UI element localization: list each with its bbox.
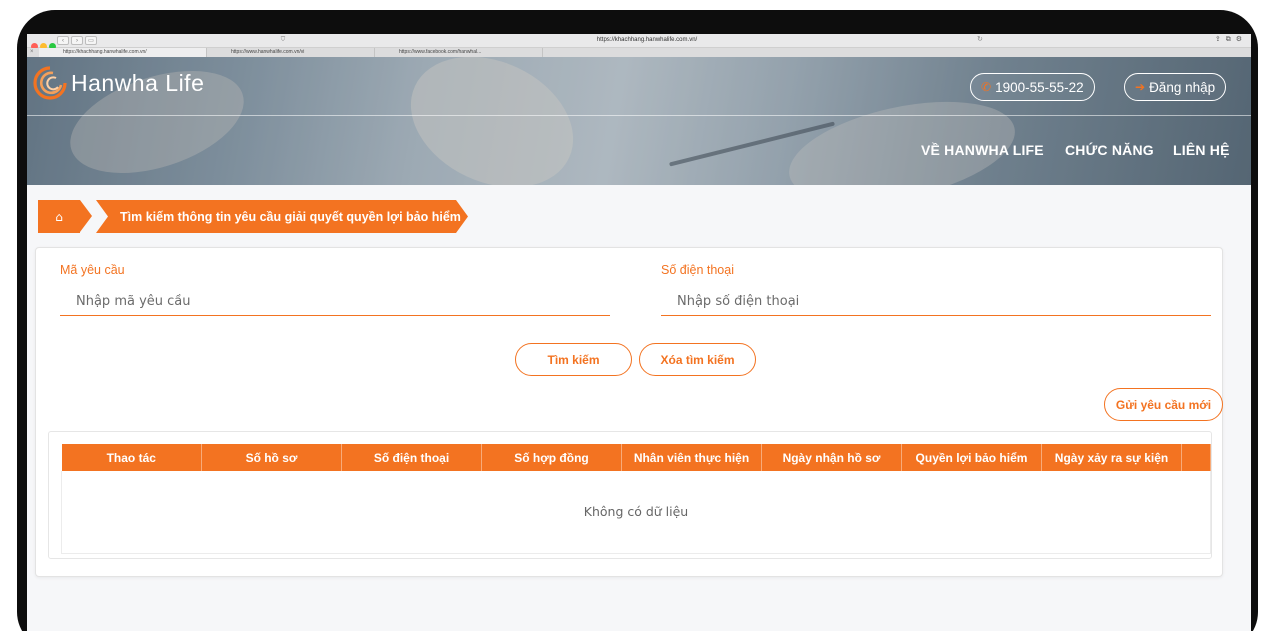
address-bar[interactable]: https://khachhang.hanwhalife.com.vn/ [547, 36, 747, 45]
results-table-container: Thao tác Số hồ sơ Số điện thoại Số hợp đ… [48, 431, 1212, 559]
login-label: Đăng nhập [1149, 79, 1216, 95]
toolbar-right-icons[interactable]: ⇪⧉⚙ [1215, 35, 1247, 44]
hero-header: Hanwha Life ✆ 1900-55-55-22 ➔ Đăng nhập … [27, 57, 1251, 185]
results-table: Thao tác Số hồ sơ Số điện thoại Số hợp đ… [61, 444, 1211, 554]
breadcrumb-current: Tìm kiếm thông tin yêu cầu giải quyết qu… [96, 200, 468, 233]
forward-icon: › [76, 38, 78, 44]
reload-icon[interactable]: ↻ [977, 35, 983, 43]
close-tab-icon[interactable]: × [30, 48, 34, 57]
screen: ‹ › ▭ ⛉ https://khachhang.hanwhalife.com… [27, 34, 1251, 631]
menu-contact[interactable]: LIÊN HỆ [1173, 142, 1230, 158]
menu-about[interactable]: VỀ HANWHA LIFE [921, 142, 1044, 158]
forward-button[interactable]: › [71, 36, 83, 45]
column-header-received-date[interactable]: Ngày nhận hồ sơ [761, 444, 902, 471]
browser-tab-2[interactable]: https://www.hanwhalife.com.vn/vi [207, 48, 375, 57]
phone-icon: ✆ [981, 80, 992, 94]
hotline-button[interactable]: ✆ 1900-55-55-22 [970, 73, 1095, 101]
empty-state-text: Không có dữ liệu [61, 471, 1211, 554]
column-header-phone[interactable]: Số điện thoại [341, 444, 482, 471]
new-request-button[interactable]: Gửi yêu cầu mới [1104, 388, 1223, 421]
browser-titlebar: ‹ › ▭ ⛉ https://khachhang.hanwhalife.com… [27, 34, 1251, 50]
hero-divider [27, 115, 1251, 116]
breadcrumb-separator [80, 200, 92, 232]
hotline-number: 1900-55-55-22 [995, 79, 1084, 95]
column-header-staff[interactable]: Nhân viên thực hiện [621, 444, 762, 471]
search-panel: Mã yêu cầu Số điện thoại Tìm kiếm Xóa tì… [35, 247, 1223, 577]
column-header-file-number[interactable]: Số hồ sơ [201, 444, 342, 471]
clear-search-button[interactable]: Xóa tìm kiếm [639, 343, 756, 376]
browser-tab-3[interactable]: https://www.facebook.com/hanwhal... [375, 48, 543, 57]
browser-tab-1[interactable]: https://khachhang.hanwhalife.com.vn/ [39, 48, 207, 57]
login-button[interactable]: ➔ Đăng nhập [1124, 73, 1227, 101]
phone-input[interactable] [661, 288, 1211, 316]
browser-tabbar: × https://khachhang.hanwhalife.com.vn/ h… [27, 48, 1251, 57]
column-header-insurance-benefit[interactable]: Quyền lợi bảo hiểm [901, 444, 1042, 471]
request-code-input[interactable] [60, 288, 610, 316]
sign-in-icon: ➔ [1135, 80, 1146, 94]
table-empty-row: Không có dữ liệu [61, 471, 1211, 554]
logo-text: Hanwha Life [71, 69, 205, 96]
column-header-event-date[interactable]: Ngày xảy ra sự kiện [1041, 444, 1182, 471]
search-button[interactable]: Tìm kiếm [515, 343, 632, 376]
sidebar-toggle-button[interactable]: ▭ [85, 36, 97, 45]
home-icon: ⌂ [55, 209, 63, 224]
column-header-contract-number[interactable]: Số hợp đồng [481, 444, 622, 471]
back-button[interactable]: ‹ [57, 36, 69, 45]
shield-icon: ⛉ [280, 37, 286, 43]
column-header-action[interactable]: Thao tác [61, 444, 202, 471]
hanwha-logo[interactable]: Hanwha Life [31, 65, 204, 101]
menu-features[interactable]: CHỨC NĂNG [1065, 142, 1154, 158]
phone-label: Số điện thoại [661, 263, 734, 277]
column-header-extra [1181, 444, 1211, 471]
table-header-row: Thao tác Số hồ sơ Số điện thoại Số hợp đ… [61, 444, 1211, 471]
request-code-label: Mã yêu cầu [60, 263, 125, 277]
hanwha-logo-icon [33, 66, 67, 100]
back-icon: ‹ [62, 38, 64, 44]
sidebar-icon: ▭ [88, 38, 94, 44]
breadcrumb-home[interactable]: ⌂ [38, 200, 80, 233]
